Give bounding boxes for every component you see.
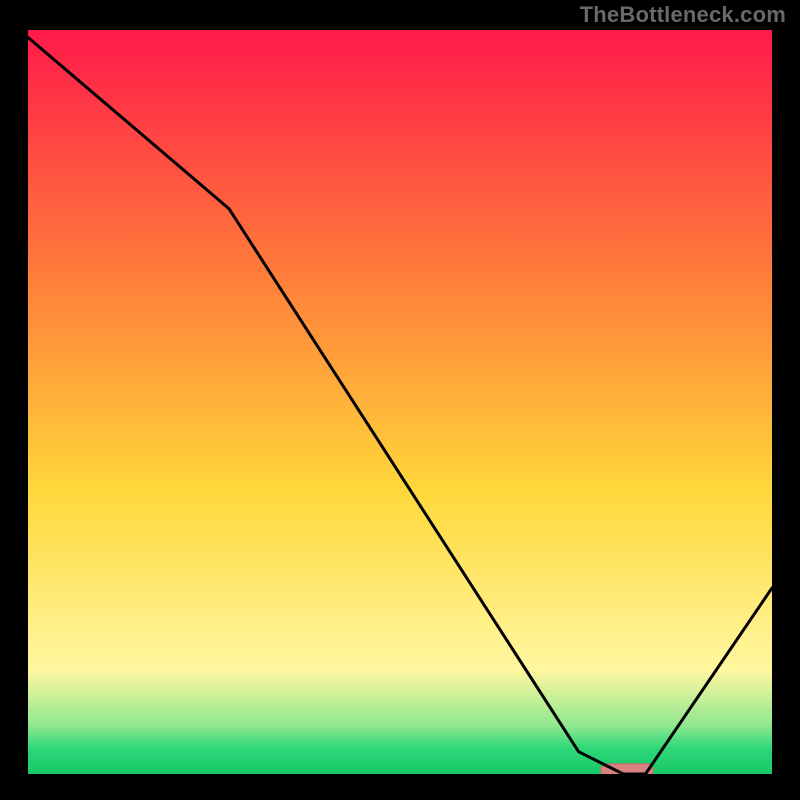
bottleneck-chart (0, 0, 800, 800)
plot-background-gradient (28, 30, 772, 774)
chart-container: { "watermark": "TheBottleneck.com", "col… (0, 0, 800, 800)
